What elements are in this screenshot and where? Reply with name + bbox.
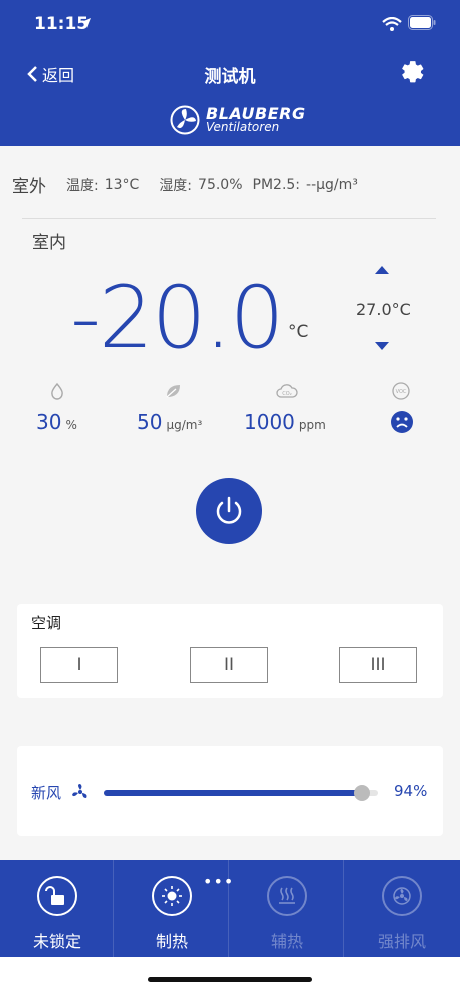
indoor-label: 室内 xyxy=(32,233,66,253)
sun-icon xyxy=(152,876,192,916)
logo-title: BLAUBERG xyxy=(206,104,306,123)
tab-aux-heat-label: 辅热 xyxy=(270,932,303,951)
location-icon xyxy=(81,18,91,28)
power-button[interactable] xyxy=(196,478,262,544)
tab-heating-label: 制热 xyxy=(155,932,188,951)
humidity-value: 30 xyxy=(36,410,62,434)
fresh-air-percent: 94% xyxy=(394,782,428,800)
pm-metric: 50 μg/m³ xyxy=(137,410,202,434)
fan-logo-icon xyxy=(170,105,200,135)
svg-text:CO₂: CO₂ xyxy=(282,391,291,397)
brand-logo: BLAUBERG Ventilatoren xyxy=(170,105,306,135)
setpoint-value: 27.0°C xyxy=(356,300,411,319)
fresh-air-label: 新风 xyxy=(31,784,62,802)
ac-speed-3-button[interactable]: III xyxy=(339,647,417,683)
exhaust-fan-icon xyxy=(382,876,422,916)
outdoor-temp-value: 13°C xyxy=(104,176,140,193)
ac-speed-1-button[interactable]: I xyxy=(40,647,118,683)
outdoor-humidity-value: 75.0% xyxy=(198,176,243,193)
ac-speed-2-button[interactable]: II xyxy=(190,647,268,683)
divider xyxy=(22,218,436,219)
page-title: 测试机 xyxy=(204,67,256,87)
setpoint-up-button[interactable] xyxy=(375,266,389,274)
gear-icon[interactable] xyxy=(400,60,426,86)
tab-unlock[interactable]: 未锁定 xyxy=(0,860,114,957)
setpoint-down-button[interactable] xyxy=(375,342,389,350)
voc-icon: VOC xyxy=(392,382,410,400)
temperature-unit: °C xyxy=(288,322,309,342)
outdoor-humidity-label: 湿度: xyxy=(159,177,193,194)
humidity-drop-icon xyxy=(51,382,63,400)
slider-thumb[interactable] xyxy=(354,785,370,801)
humidity-metric: 30% xyxy=(36,410,77,434)
co2-value: 1000 xyxy=(244,410,295,434)
outdoor-pm-label: PM2.5: xyxy=(252,176,301,193)
battery-icon xyxy=(408,15,436,30)
fresh-air-slider[interactable] xyxy=(104,785,378,801)
fresh-air-card: 新风 94% xyxy=(17,746,443,836)
tab-heating[interactable]: ••• 制热 xyxy=(115,860,233,957)
co2-cloud-icon: CO₂ xyxy=(276,384,298,398)
co2-metric: 1000 ppm xyxy=(244,410,326,434)
tab-exhaust[interactable]: 强排风 xyxy=(345,860,459,957)
power-icon xyxy=(216,496,242,524)
outdoor-label: 室外 xyxy=(12,177,46,197)
ac-title: 空调 xyxy=(31,614,62,632)
ac-card: 空调 I II III xyxy=(17,604,443,698)
pm-unit: μg/m³ xyxy=(166,418,203,432)
pm-value: 50 xyxy=(137,410,163,434)
fan-icon xyxy=(72,784,87,798)
slider-fill xyxy=(104,790,362,796)
svg-text:VOC: VOC xyxy=(396,389,407,395)
unlock-icon xyxy=(37,876,77,916)
indoor-temperature: -20.0 xyxy=(70,268,285,368)
tab-exhaust-label: 强排风 xyxy=(377,932,426,951)
humidity-unit: % xyxy=(65,418,77,432)
bottom-tab-bar: 未锁定 ••• 制热 辅热 强排风 xyxy=(0,860,460,957)
heater-icon xyxy=(267,876,307,916)
header: 11:15 返回 测试机 BLAUBERG Ventilatoren xyxy=(0,0,460,146)
tab-aux-heat[interactable]: 辅热 xyxy=(230,860,344,957)
outdoor-temp-label: 温度: xyxy=(66,177,99,194)
home-indicator-area xyxy=(0,957,460,996)
home-indicator xyxy=(148,977,312,982)
wifi-icon xyxy=(382,17,402,31)
outdoor-conditions: 室外 温度: 13°C 湿度: 75.0% PM2.5: --μg/m³ xyxy=(12,172,442,198)
co2-unit: ppm xyxy=(298,418,326,432)
leaf-icon xyxy=(166,385,180,398)
outdoor-pm-value: --μg/m³ xyxy=(306,176,358,193)
sad-face-icon xyxy=(391,411,413,433)
tab-unlock-label: 未锁定 xyxy=(32,932,81,951)
